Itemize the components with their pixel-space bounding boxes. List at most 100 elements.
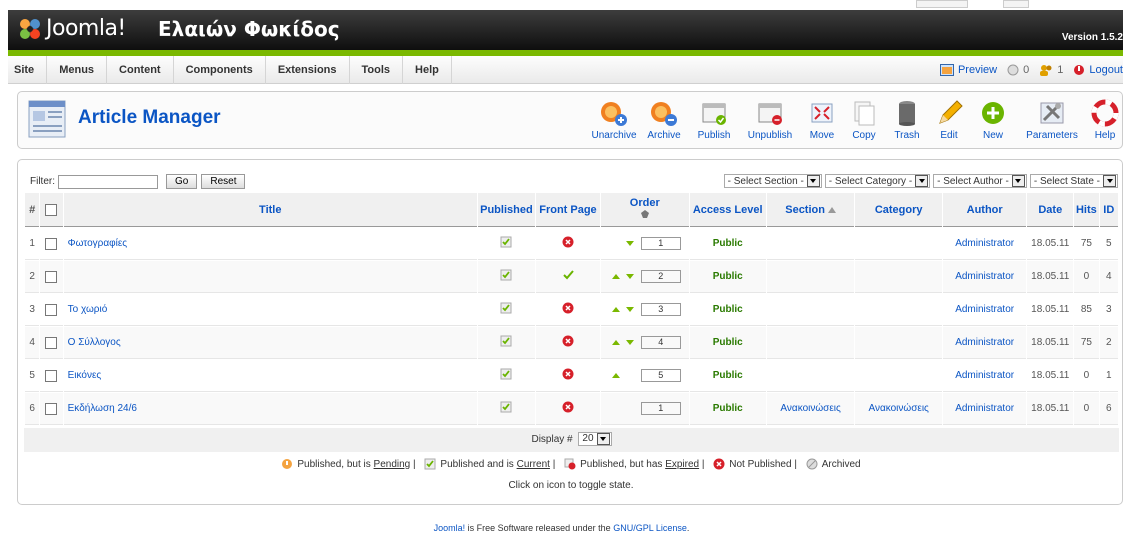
col-access[interactable]: Access Level bbox=[689, 193, 766, 227]
order-input[interactable]: 2 bbox=[640, 270, 681, 283]
published-toggle[interactable] bbox=[500, 236, 512, 251]
preview-link[interactable]: Preview bbox=[939, 64, 997, 76]
unarchive-label: Unarchive bbox=[591, 130, 637, 141]
access-level[interactable]: Public bbox=[689, 393, 766, 425]
frontpage-toggle[interactable] bbox=[562, 302, 574, 317]
new-button[interactable]: New bbox=[978, 98, 1008, 144]
col-published[interactable]: Published bbox=[477, 193, 535, 227]
order-input[interactable]: 4 bbox=[640, 336, 681, 349]
order-down-icon[interactable] bbox=[625, 340, 634, 345]
frontpage-toggle[interactable] bbox=[562, 270, 574, 284]
select-section[interactable]: - Select Section - bbox=[723, 174, 822, 188]
go-button[interactable]: Go bbox=[166, 174, 198, 189]
menu-tools[interactable]: Tools bbox=[350, 56, 404, 84]
published-toggle[interactable] bbox=[500, 302, 512, 317]
frontpage-toggle[interactable] bbox=[562, 401, 574, 416]
menu-help[interactable]: Help bbox=[403, 56, 452, 84]
category-link[interactable]: Ανακοινώσεις bbox=[868, 403, 928, 414]
frontpage-toggle[interactable] bbox=[562, 335, 574, 350]
users-count[interactable]: 1 bbox=[1039, 64, 1063, 76]
col-frontpage[interactable]: Front Page bbox=[535, 193, 601, 227]
copy-button[interactable]: Copy bbox=[846, 98, 882, 144]
unarchive-button[interactable]: Unarchive bbox=[591, 98, 637, 144]
order-up-icon[interactable] bbox=[611, 340, 620, 345]
col-section[interactable]: Section bbox=[766, 193, 855, 227]
article-title-link[interactable]: Το χωριό bbox=[68, 304, 108, 315]
order-down-icon[interactable] bbox=[625, 307, 634, 312]
unpublish-button[interactable]: Unpublish bbox=[744, 98, 796, 144]
menu-components[interactable]: Components bbox=[174, 56, 266, 84]
article-title-link[interactable]: Εκδήλωση 24/6 bbox=[68, 403, 137, 414]
archive-button[interactable]: Archive bbox=[644, 98, 684, 144]
order-input[interactable]: 1 bbox=[640, 237, 681, 250]
gpl-license-link[interactable]: GNU/GPL License bbox=[613, 523, 687, 533]
messages-count[interactable]: 0 bbox=[1007, 64, 1029, 76]
order-down-icon[interactable] bbox=[625, 241, 634, 246]
order-input[interactable]: 1 bbox=[640, 402, 681, 415]
menu-content[interactable]: Content bbox=[107, 56, 174, 84]
select-category[interactable]: - Select Category - bbox=[824, 174, 931, 188]
author-link[interactable]: Administrator bbox=[955, 403, 1014, 414]
select-state[interactable]: - Select State - bbox=[1029, 174, 1118, 188]
row-checkbox[interactable] bbox=[45, 369, 58, 382]
trash-button[interactable]: Trash bbox=[890, 98, 924, 144]
menu-site[interactable]: Site bbox=[8, 56, 48, 84]
author-link[interactable]: Administrator bbox=[955, 337, 1014, 348]
row-order-cell: 1 bbox=[601, 393, 689, 425]
row-checkbox[interactable] bbox=[45, 402, 58, 415]
order-input[interactable]: 5 bbox=[640, 369, 681, 382]
access-level[interactable]: Public bbox=[689, 228, 766, 260]
select-author[interactable]: - Select Author - bbox=[933, 174, 1027, 188]
row-checkbox[interactable] bbox=[45, 270, 58, 283]
col-date[interactable]: Date bbox=[1027, 193, 1074, 227]
section-link[interactable]: Ανακοινώσεις bbox=[780, 403, 840, 414]
joomla-link[interactable]: Joomla! bbox=[434, 523, 466, 533]
row-checkbox[interactable] bbox=[45, 336, 58, 349]
publish-button[interactable]: Publish bbox=[694, 98, 734, 144]
help-button[interactable]: Help bbox=[1090, 98, 1120, 144]
author-link[interactable]: Administrator bbox=[955, 304, 1014, 315]
parameters-button[interactable]: Parameters bbox=[1023, 98, 1081, 144]
order-up-icon[interactable] bbox=[611, 373, 620, 378]
col-id[interactable]: ID bbox=[1099, 193, 1118, 227]
save-order-icon[interactable] bbox=[640, 209, 650, 219]
col-category[interactable]: Category bbox=[855, 193, 942, 227]
published-toggle[interactable] bbox=[500, 368, 512, 383]
move-button[interactable]: Move bbox=[805, 98, 839, 144]
order-up-icon[interactable] bbox=[611, 307, 620, 312]
col-order[interactable]: Order bbox=[601, 193, 689, 227]
col-author[interactable]: Author bbox=[942, 193, 1027, 227]
select-all-checkbox[interactable] bbox=[45, 203, 58, 216]
access-level[interactable]: Public bbox=[689, 327, 766, 359]
legend-expired-link: Expired bbox=[665, 458, 700, 470]
filter-input[interactable] bbox=[58, 174, 158, 189]
col-title[interactable]: Title bbox=[63, 193, 477, 227]
article-title-link[interactable]: Εικόνες bbox=[68, 370, 102, 381]
article-title-link[interactable]: Φωτογραφίες bbox=[68, 238, 127, 249]
order-up-icon[interactable] bbox=[611, 274, 620, 279]
logout-link[interactable]: Logout bbox=[1073, 64, 1123, 76]
frontpage-toggle[interactable] bbox=[562, 368, 574, 383]
row-checkbox[interactable] bbox=[45, 303, 58, 316]
display-limit-select[interactable]: 20 bbox=[578, 432, 612, 447]
hits-cell: 85 bbox=[1074, 294, 1099, 326]
menu-extensions[interactable]: Extensions bbox=[266, 56, 350, 84]
order-down-icon[interactable] bbox=[625, 274, 634, 279]
author-link[interactable]: Administrator bbox=[955, 238, 1014, 249]
access-level[interactable]: Public bbox=[689, 360, 766, 392]
reset-button[interactable]: Reset bbox=[201, 174, 246, 189]
col-hits[interactable]: Hits bbox=[1074, 193, 1099, 227]
edit-button[interactable]: Edit bbox=[934, 98, 964, 144]
order-input[interactable]: 3 bbox=[640, 303, 681, 316]
published-toggle[interactable] bbox=[500, 335, 512, 350]
access-level[interactable]: Public bbox=[689, 294, 766, 326]
access-level[interactable]: Public bbox=[689, 261, 766, 293]
article-title-link[interactable]: Ο Σύλλογος bbox=[68, 337, 121, 348]
menu-menus[interactable]: Menus bbox=[47, 56, 108, 84]
published-toggle[interactable] bbox=[500, 269, 512, 284]
author-link[interactable]: Administrator bbox=[955, 370, 1014, 381]
frontpage-toggle[interactable] bbox=[562, 236, 574, 251]
row-checkbox[interactable] bbox=[45, 237, 58, 250]
published-toggle[interactable] bbox=[500, 401, 512, 416]
author-link[interactable]: Administrator bbox=[955, 271, 1014, 282]
